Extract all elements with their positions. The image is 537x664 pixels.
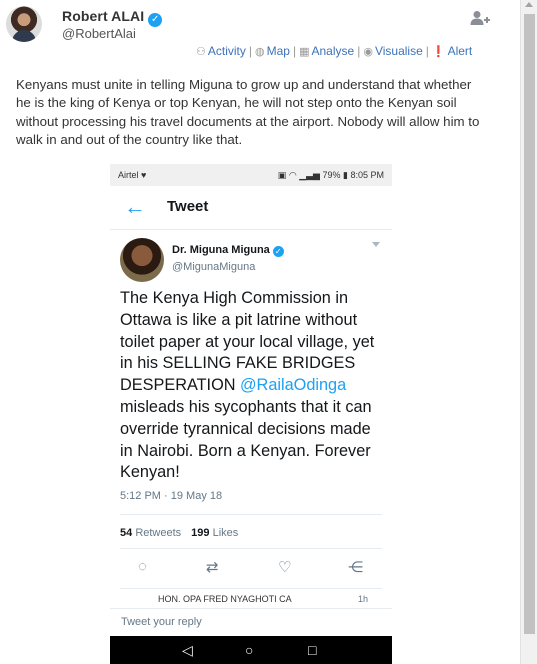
post-text: Kenyans must unite in telling Miguna to … bbox=[16, 77, 480, 148]
visualise-link[interactable]: ◉ Visualise bbox=[363, 44, 422, 58]
retweet-icon[interactable]: ⇄ bbox=[206, 558, 219, 576]
likes-label: Likes bbox=[212, 527, 239, 539]
battery-icon: ▮ bbox=[343, 170, 348, 180]
author-name-row[interactable]: Robert ALAI ✓ bbox=[62, 8, 163, 27]
tweet-action-bar: ◌ ⇄ ♡ ⋲ bbox=[110, 556, 392, 582]
separator: | bbox=[357, 44, 361, 58]
verified-badge-icon: ✓ bbox=[272, 246, 284, 257]
tweet-author-avatar[interactable] bbox=[120, 238, 164, 282]
battery-percent: 79% bbox=[322, 170, 341, 180]
likes-count: 199 bbox=[191, 527, 210, 539]
author-name[interactable]: Robert ALAI bbox=[62, 8, 144, 24]
separator: | bbox=[292, 44, 297, 58]
tweet-topbar: ← Tweet bbox=[110, 186, 392, 230]
tweet-stats: 54 Retweets 199 Likes bbox=[120, 527, 238, 539]
nav-home-icon[interactable]: ○ bbox=[245, 642, 253, 658]
tweet-author-handle[interactable]: @MigunaMiguna bbox=[172, 261, 255, 273]
embedded-screenshot[interactable]: Airtel ♥ ▣ ◠ ▁▃▅ 79% ▮ 8:05 PM ← Tweet D… bbox=[110, 164, 392, 664]
tweet-text: The Kenya High Commission in Ottawa is l… bbox=[120, 288, 386, 484]
separator: | bbox=[425, 44, 429, 58]
separator: | bbox=[248, 44, 253, 58]
carrier-label: Airtel ♥ bbox=[118, 170, 146, 180]
verified-badge-icon: ✓ bbox=[148, 13, 163, 27]
globe-icon: ◍ bbox=[255, 46, 265, 58]
nfc-icon: ▣ bbox=[277, 170, 287, 180]
next-tweet-name: HON. OPA FRED NYAGHOTI CA bbox=[158, 594, 292, 604]
author-handle[interactable]: @RobertAlai bbox=[62, 26, 136, 41]
signal-icon: ▁▃▅ bbox=[299, 170, 320, 180]
analyse-link[interactable]: ▦ Analyse bbox=[299, 44, 354, 58]
eye-icon: ◉ bbox=[363, 46, 373, 58]
divider bbox=[120, 514, 382, 515]
post-actions-bar: ⚇ Activity | ◍ Map | ▦ Analyse | ◉ Visualise | ❗ Aler… bbox=[196, 44, 472, 58]
scroll-thumb[interactable] bbox=[524, 14, 535, 634]
author-avatar[interactable] bbox=[6, 6, 42, 42]
share-icon[interactable]: ⋲ bbox=[348, 558, 363, 576]
status-time: 8:05 PM bbox=[350, 170, 384, 180]
retweets-label: Retweets bbox=[135, 527, 182, 539]
reply-bar[interactable]: Tweet your reply bbox=[110, 608, 392, 636]
heart-icon: ♥ bbox=[141, 170, 147, 180]
map-link[interactable]: ◍ Map bbox=[255, 44, 290, 58]
chevron-down-icon[interactable] bbox=[372, 242, 380, 247]
analyse-label: Analyse bbox=[311, 44, 355, 58]
android-nav-bar: ◁ ○ □ bbox=[110, 636, 392, 664]
scrollbar[interactable] bbox=[520, 0, 537, 664]
retweets-stat[interactable]: 54 Retweets bbox=[120, 527, 181, 539]
activity-link[interactable]: ⚇ Activity bbox=[196, 44, 246, 58]
divider bbox=[120, 548, 382, 549]
divider bbox=[120, 588, 382, 589]
reply-input[interactable]: Tweet your reply bbox=[121, 616, 202, 628]
tweet-timestamp: 5:12 PM · 19 May 18 bbox=[120, 490, 223, 502]
alert-link[interactable]: ❗ Alert bbox=[432, 44, 472, 58]
nav-back-icon[interactable]: ◁ bbox=[182, 642, 193, 658]
tweet-author-name[interactable]: Dr. Miguna Miguna bbox=[172, 244, 270, 256]
visualise-label: Visualise bbox=[374, 44, 423, 58]
tweet-text-part: misleads his sycophants that it can over… bbox=[120, 397, 372, 482]
back-arrow-icon[interactable]: ← bbox=[124, 194, 146, 220]
page: Robert ALAI ✓ @RobertAlai ⚇ Activity | ◍ Map |… bbox=[0, 0, 537, 664]
likes-stat[interactable]: 199 Likes bbox=[191, 527, 238, 539]
add-user-icon[interactable] bbox=[470, 10, 490, 26]
retweets-count: 54 bbox=[120, 527, 133, 539]
status-right: ▣ ◠ ▁▃▅ 79% ▮ 8:05 PM bbox=[278, 170, 384, 181]
alert-label: Alert bbox=[447, 44, 473, 58]
next-tweet-partial[interactable]: HON. OPA FRED NYAGHOTI CA 1h bbox=[120, 594, 382, 604]
mention-link[interactable]: @RailaOdinga bbox=[240, 376, 346, 394]
nav-recents-icon[interactable]: □ bbox=[308, 642, 316, 658]
scroll-up-arrow-icon[interactable] bbox=[525, 2, 533, 7]
phone-status-bar: Airtel ♥ ▣ ◠ ▁▃▅ 79% ▮ 8:05 PM bbox=[110, 164, 392, 186]
table-icon: ▦ bbox=[299, 46, 310, 58]
person-icon: ⚇ bbox=[196, 46, 206, 58]
map-label: Map bbox=[266, 44, 290, 58]
topbar-title: Tweet bbox=[167, 198, 209, 215]
heart-icon[interactable]: ♡ bbox=[278, 558, 291, 576]
carrier-name: Airtel bbox=[118, 170, 139, 180]
tweet-author-name-row[interactable]: Dr. Miguna Miguna ✓ bbox=[172, 244, 284, 257]
exclamation-icon: ❗ bbox=[431, 46, 446, 58]
activity-label: Activity bbox=[207, 44, 246, 58]
reply-icon[interactable]: ◌ bbox=[138, 558, 147, 575]
next-tweet-time: 1h bbox=[358, 594, 369, 604]
wifi-icon: ◠ bbox=[288, 170, 297, 180]
